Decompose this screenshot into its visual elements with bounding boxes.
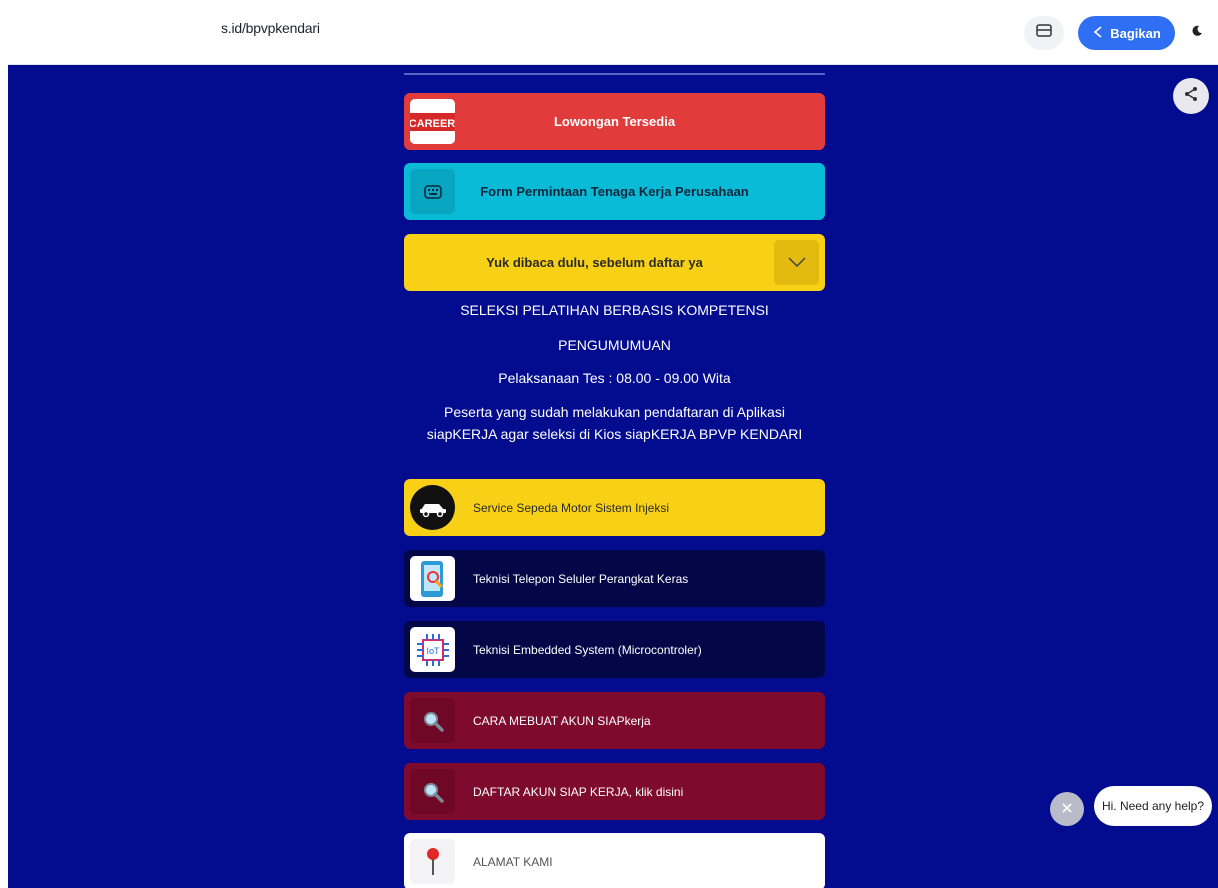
share-button[interactable]: Bagikan — [1078, 16, 1175, 50]
phone-repair-icon — [410, 556, 455, 601]
teknisi-telepon-link[interactable]: Teknisi Telepon Seluler Perangkat Keras — [404, 550, 825, 607]
lowongan-label: Lowongan Tersedia — [553, 113, 676, 129]
map-pin-icon — [410, 839, 455, 884]
announcement-body: Peserta yang sudah melakukan pendaftaran… — [426, 404, 803, 442]
page-url[interactable]: s.id/bpvpkendari — [221, 20, 320, 36]
chevron-down-icon — [787, 254, 806, 272]
career-thumbnail: CAREER — [410, 99, 455, 144]
teknisi-embedded-label: Teknisi Embedded System (Microcontroler) — [473, 642, 702, 657]
share-icon — [1092, 25, 1104, 41]
teknisi-telepon-label: Teknisi Telepon Seluler Perangkat Keras — [473, 571, 689, 586]
iot-text: IoT — [426, 646, 440, 656]
cara-membuat-akun-link[interactable]: CARA MEBUAT AKUN SIAPkerja — [404, 692, 825, 749]
dark-mode-toggle[interactable] — [1184, 20, 1210, 46]
daftar-akun-label: DAFTAR AKUN SIAP KERJA, klik disini — [473, 784, 684, 799]
alamat-kami-label: ALAMAT KAMI — [473, 854, 553, 869]
moon-icon — [1191, 24, 1203, 42]
form-permintaan-label: Form Permintaan Tenaga Kerja Perusahaan — [480, 183, 749, 199]
teknisi-embedded-link[interactable]: IoT Teknisi Embedded System (Microcontro… — [404, 621, 825, 678]
yuk-dibaca-toggle[interactable]: Yuk dibaca dulu, sebelum daftar ya — [404, 234, 825, 291]
alamat-kami-link[interactable]: ALAMAT KAMI — [404, 833, 825, 888]
career-text: CAREER — [410, 118, 455, 130]
service-motor-link[interactable]: Service Sepeda Motor Sistem Injeksi — [404, 479, 825, 536]
share-button-label: Bagikan — [1110, 25, 1161, 41]
share-nodes-icon — [1183, 86, 1199, 107]
link-page: CAREER Lowongan Tersedia Form Permintaan… — [8, 65, 1218, 888]
card-view-button[interactable] — [1024, 16, 1064, 50]
lowongan-tersedia-link[interactable]: CAREER Lowongan Tersedia — [404, 93, 825, 150]
iot-chip-icon: IoT — [410, 627, 455, 672]
close-icon — [1062, 800, 1072, 818]
floating-share-button[interactable] — [1173, 78, 1209, 114]
search-icon — [410, 769, 455, 814]
chat-help-bubble[interactable]: Hi. Need any help? — [1094, 786, 1212, 826]
announcement-schedule: Pelaksanaan Tes : 08.00 - 09.00 Wita — [498, 370, 731, 386]
car-icon — [410, 485, 455, 530]
announcement-heading: SELEKSI PELATIHAN BERBASIS KOMPETENSI — [460, 302, 769, 318]
keyboard-icon — [410, 169, 455, 214]
announcement-subheading: PENGUMUMUAN — [558, 337, 671, 353]
search-icon — [410, 698, 455, 743]
yuk-dibaca-label: Yuk dibaca dulu, sebelum daftar ya — [486, 254, 703, 270]
form-permintaan-link[interactable]: Form Permintaan Tenaga Kerja Perusahaan — [404, 163, 825, 220]
service-motor-label: Service Sepeda Motor Sistem Injeksi — [473, 500, 670, 515]
expand-button[interactable] — [774, 240, 819, 285]
cara-membuat-akun-label: CARA MEBUAT AKUN SIAPkerja — [473, 713, 651, 728]
daftar-akun-link[interactable]: DAFTAR AKUN SIAP KERJA, klik disini — [404, 763, 825, 820]
card-icon — [1036, 24, 1052, 42]
chat-close-button[interactable] — [1050, 792, 1084, 826]
header-divider — [404, 73, 825, 75]
